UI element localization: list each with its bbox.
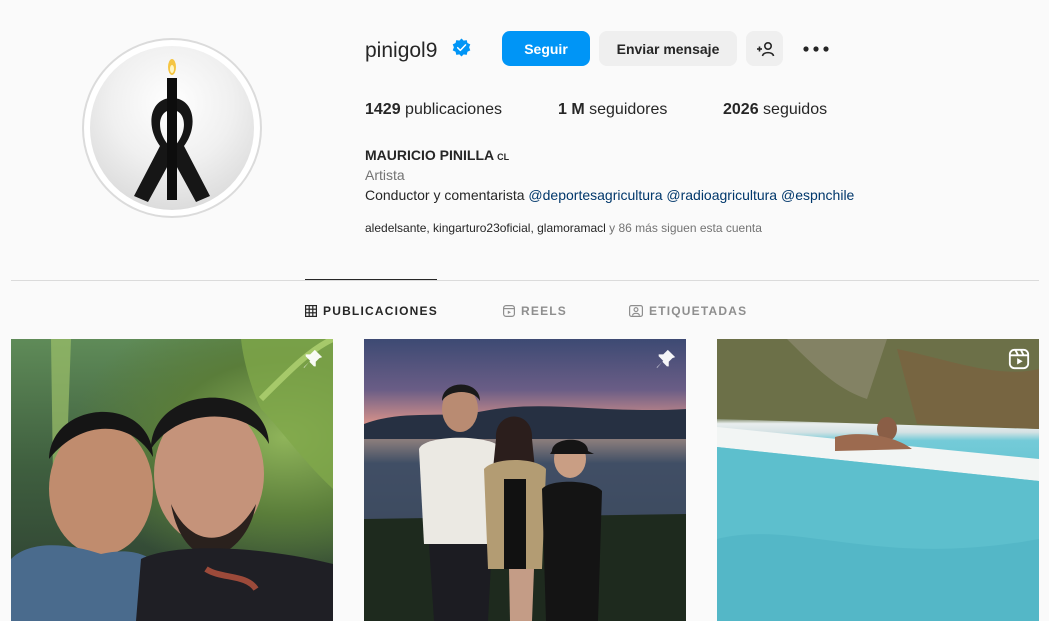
reel-icon xyxy=(1008,348,1030,370)
profile-full-name: MAURICIO PINILLA CL xyxy=(365,147,509,163)
send-message-button[interactable]: Enviar mensaje xyxy=(599,31,737,66)
profile-username: pinigol9 xyxy=(365,39,438,62)
post-thumbnail-1[interactable] xyxy=(11,339,333,621)
grid-icon xyxy=(305,305,317,317)
profile-divider xyxy=(11,280,1039,281)
post-2-image xyxy=(364,384,686,621)
followers-stat[interactable]: 1 M seguidores xyxy=(558,100,667,120)
tagged-icon xyxy=(629,305,643,317)
bio-mention-espnchile[interactable]: @espnchile xyxy=(781,187,854,203)
follow-button[interactable]: Seguir xyxy=(502,31,590,66)
profile-category: Artista xyxy=(365,167,405,183)
followed-by-line[interactable]: aledelsante, kingarturo23oficial, glamor… xyxy=(365,221,762,235)
followed-by-suffix: y 86 más siguen esta cuenta xyxy=(609,221,762,235)
following-stat[interactable]: 2026 seguidos xyxy=(723,100,827,120)
posts-count-label: publicaciones xyxy=(405,101,502,118)
suggested-users-button[interactable] xyxy=(746,31,783,66)
bio-text: Conductor y comentarista xyxy=(365,187,525,203)
reels-icon xyxy=(503,305,515,317)
post-3-image xyxy=(717,339,1039,621)
tab-tagged-label: ETIQUETADAS xyxy=(649,304,748,318)
tab-posts[interactable]: PUBLICACIONES xyxy=(305,303,438,319)
followed-by-names: aledelsante, kingarturo23oficial, glamor… xyxy=(365,221,606,235)
pin-icon xyxy=(656,349,676,369)
verified-badge-icon xyxy=(452,38,471,57)
full-name-text: MAURICIO PINILLA xyxy=(365,147,495,163)
profile-avatar[interactable] xyxy=(82,38,262,218)
posts-count-stat: 1429 publicaciones xyxy=(365,100,502,120)
post-1-image xyxy=(11,339,333,621)
post-thumbnail-3[interactable] xyxy=(717,339,1039,621)
more-dots-icon xyxy=(803,45,829,52)
followers-count-label: seguidores xyxy=(589,101,668,118)
avatar-image xyxy=(90,46,254,210)
following-count-value: 2026 xyxy=(723,101,759,118)
pin-icon xyxy=(303,349,323,369)
tab-reels[interactable]: REELS xyxy=(503,303,567,319)
post-thumbnail-2[interactable] xyxy=(364,339,686,621)
posts-count-value: 1429 xyxy=(365,101,401,118)
tab-reels-label: REELS xyxy=(521,304,568,318)
active-tab-indicator xyxy=(305,279,437,280)
tab-posts-label: PUBLICACIONES xyxy=(323,304,438,318)
followers-count-value: 1 M xyxy=(558,101,585,118)
profile-bio: Conductor y comentarista @deportesagricu… xyxy=(365,187,854,203)
tab-tagged[interactable]: ETIQUETADAS xyxy=(629,303,747,319)
bio-mention-deportesagricultura[interactable]: @deportesagricultura xyxy=(528,187,662,203)
country-tag: CL xyxy=(497,152,510,162)
profile-page: pinigol9 Seguir Enviar mensaje 1429 publ… xyxy=(0,0,1049,621)
more-options-button[interactable] xyxy=(797,31,835,66)
bio-mention-radioagricultura[interactable]: @radioagricultura xyxy=(666,187,777,203)
add-user-icon xyxy=(756,41,774,56)
following-count-label: seguidos xyxy=(763,101,828,118)
